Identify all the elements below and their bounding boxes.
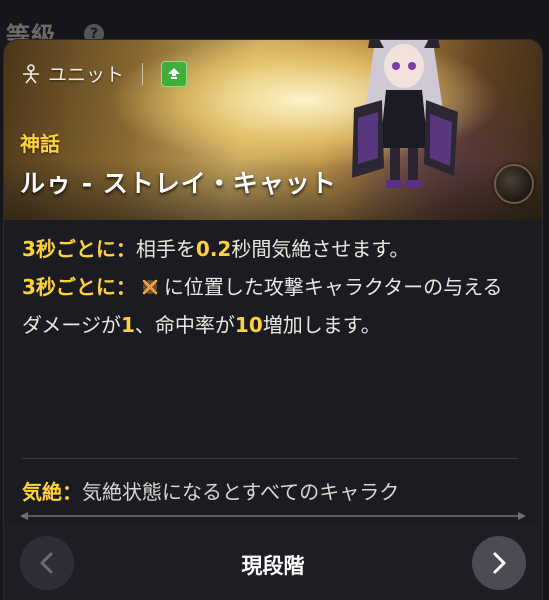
next-stage-button[interactable] [472, 536, 526, 590]
skill-description: 3秒ごとに：相手を0.2秒間気絶させます。 3秒ごとに： に位置した攻撃キャラクタ… [22, 230, 522, 344]
skill-text: 増加します。 [262, 313, 381, 337]
skill-value: 0.2 [195, 237, 232, 261]
chevron-right-icon [493, 552, 506, 574]
glossary-term: 気絶： [22, 480, 82, 502]
section-divider [22, 458, 518, 459]
skill-line-stun: 3秒ごとに：相手を0.2秒間気絶させます。 [22, 230, 522, 268]
scroll-indicator[interactable] [20, 510, 526, 522]
character-portrait [352, 40, 458, 188]
glossary-entry: 気絶：気絶状態になるとすべてのキャラク [22, 480, 522, 502]
unit-icon [23, 63, 39, 84]
rank-up-icon[interactable] [161, 60, 188, 87]
skill-trigger: 3秒ごとに： [22, 237, 136, 261]
unit-type-label: ユニット [48, 64, 125, 86]
rarity-label: 神話 [20, 132, 60, 156]
glossary-text: 気絶状態になるとすべてのキャラク [82, 480, 400, 502]
unit-name: ルゥ - ストレイ・キャット [20, 169, 337, 198]
orb-icon[interactable] [494, 164, 534, 204]
skill-line-buff: 3秒ごとに： に位置した攻撃キャラクターの与えるダメージが1、命中率が10増加しま… [22, 268, 522, 344]
current-stage-label: 現段階 [241, 554, 305, 578]
skill-text: 相手を [135, 237, 196, 261]
skill-text: 秒間気絶させます。 [231, 237, 410, 261]
stage-footer: 現段階 [4, 524, 542, 600]
unit-type-row: ユニット [20, 60, 188, 87]
skill-text: 、命中率が [134, 313, 235, 337]
unit-detail-card: ユニット 神話 ルゥ - ストレイ・キャット 3秒ごとに：相手を0.2秒間気絶さ… [4, 40, 542, 600]
type-divider [142, 62, 144, 85]
skill-trigger: 3秒ごとに： [22, 275, 136, 299]
skill-value: 10 [234, 313, 263, 337]
skill-value: 1 [121, 313, 135, 337]
crossed-swords-icon [142, 279, 158, 295]
